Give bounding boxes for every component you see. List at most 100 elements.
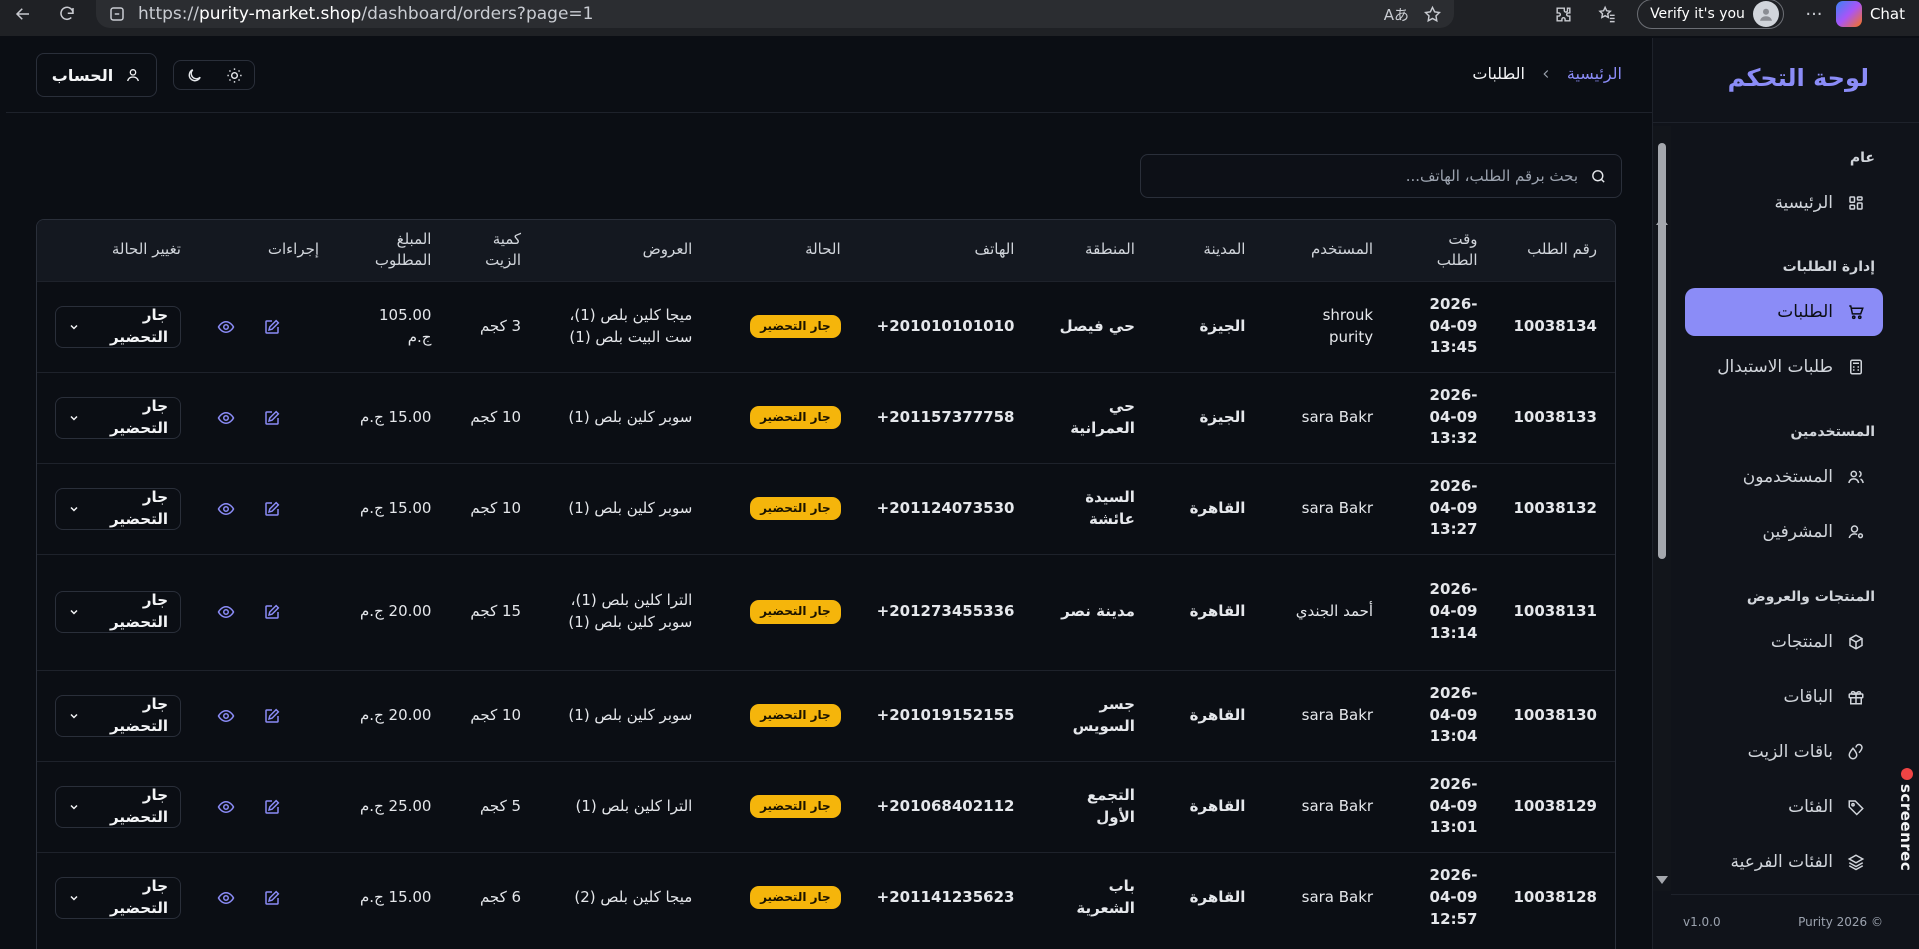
screenrec-label: screenrec — [1897, 784, 1915, 872]
sidebar-item-home[interactable]: الرئيسية — [1685, 179, 1883, 227]
box-icon — [1849, 634, 1863, 650]
header-oil-qty: كمية الزيت — [485, 229, 522, 270]
breadcrumb-home-link[interactable]: الرئيسية — [1567, 64, 1622, 83]
copilot-chat-button[interactable]: Chat — [1835, 1, 1919, 27]
cell-change-status: جار التحضير — [37, 553, 199, 670]
view-eye-icon[interactable] — [217, 707, 235, 725]
status-badge: جار التحضير — [750, 496, 841, 521]
edit-icon[interactable] — [263, 798, 281, 816]
status-badge: جار التحضير — [750, 600, 841, 624]
sidebar-item-supervisors[interactable]: المشرفين — [1685, 508, 1883, 556]
sidebar-item-label: الطلبات — [1777, 302, 1833, 322]
cell-order-hour: 13:04 — [1429, 727, 1478, 746]
browser-actions: Verify it's you ··· Chat — [1541, 0, 1919, 29]
cell-order-date: 2026-04-09 — [1429, 476, 1478, 517]
status-select[interactable]: جار التحضير — [55, 694, 181, 737]
edit-icon[interactable] — [263, 409, 281, 427]
cell-user: أحمد الجندي — [1263, 553, 1392, 670]
scroll-down-arrow-icon[interactable] — [1656, 876, 1668, 884]
cell-area: السيدة عائشة — [1032, 462, 1153, 554]
cell-status: جار التحضير — [710, 669, 859, 761]
url-prefix: https:// — [138, 4, 199, 24]
status-select[interactable]: جار التحضير — [55, 305, 181, 348]
breadcrumb-current: الطلبات — [1472, 64, 1525, 83]
view-eye-icon[interactable] — [217, 603, 235, 621]
view-eye-icon[interactable] — [217, 500, 235, 518]
status-select[interactable]: جار التحضير — [55, 487, 181, 530]
phone-number: +201068402112 — [876, 796, 1015, 815]
theme-toggle[interactable] — [173, 60, 255, 90]
chat-label: Chat — [1869, 5, 1905, 23]
edit-icon[interactable] — [263, 500, 281, 518]
cell-status: جار التحضير — [710, 553, 859, 670]
cell-actions — [199, 462, 338, 554]
edit-icon[interactable] — [263, 707, 281, 725]
layers-icon — [1847, 854, 1865, 871]
cell-city: القاهرة — [1152, 462, 1264, 554]
edit-icon[interactable] — [263, 603, 281, 621]
cell-phone: +201019152155 — [858, 669, 1033, 761]
translate-icon[interactable]: Aあ — [1384, 4, 1409, 25]
sidebar-item-label: الرئيسية — [1774, 193, 1833, 213]
extensions-icon[interactable] — [1541, 0, 1585, 28]
verify-profile-button[interactable]: Verify it's you — [1637, 0, 1784, 29]
chevron-down-icon — [70, 804, 78, 810]
sidebar: لوحة التحكم عام الرئيسية إدارة الطلبات ا… — [1652, 38, 1919, 949]
account-button[interactable]: الحساب — [36, 53, 157, 97]
cell-actions — [199, 669, 338, 761]
view-eye-icon[interactable] — [217, 798, 235, 816]
cell-phone: +201141235623 — [858, 851, 1033, 943]
cell-order-date: 2026-04-09 — [1429, 385, 1478, 426]
cell-actions — [199, 760, 338, 852]
sun-icon[interactable] — [226, 67, 243, 84]
main-content: الرئيسية الطلبات الحساب رقم الطلب — [6, 38, 1652, 949]
sidebar-item-label: باقات الزيت — [1747, 742, 1833, 762]
table-header-row: رقم الطلب وقت الطلب المستخدم المدينة الم… — [37, 220, 1615, 281]
view-eye-icon[interactable] — [217, 318, 235, 336]
cell-change-status: جار التحضير — [37, 462, 199, 554]
cell-order-time: 2026-04-09 13:14 — [1391, 553, 1496, 670]
cell-oil-qty: 10 كجم — [449, 669, 540, 761]
status-select[interactable]: جار التحضير — [55, 396, 181, 439]
status-select[interactable]: جار التحضير — [55, 591, 181, 633]
sidebar-item-users[interactable]: المستخدمون — [1685, 453, 1883, 501]
cell-order-time: 2026-04-09 13:32 — [1391, 371, 1496, 463]
cell-order-date: 2026-04-09 — [1429, 774, 1478, 815]
sidebar-item-oil-packages[interactable]: باقات الزيت — [1685, 728, 1883, 776]
sidebar-item-categories[interactable]: الفئات — [1685, 783, 1883, 831]
back-icon[interactable] — [8, 0, 38, 28]
view-eye-icon[interactable] — [217, 409, 235, 427]
header-actions: إجراءات — [267, 240, 320, 259]
cell-offers: ميجا كلين بلص (2) — [539, 851, 711, 943]
cell-area: باب الشعرية — [1032, 851, 1153, 943]
reload-icon[interactable] — [52, 0, 82, 28]
edit-icon[interactable] — [263, 318, 281, 336]
favorites-icon[interactable] — [1585, 0, 1629, 28]
sidebar-item-products[interactable]: المنتجات — [1685, 618, 1883, 666]
favorite-star-icon[interactable] — [1423, 5, 1442, 24]
header-offers: العروض — [642, 240, 693, 259]
sidebar-item-exchange[interactable]: طلبات الاستبدال — [1685, 343, 1883, 391]
sidebar-divider — [1653, 122, 1919, 123]
site-info-icon[interactable] — [108, 5, 126, 23]
address-bar[interactable]: https://purity-market.shop/dashboard/ord… — [96, 0, 1454, 28]
status-select[interactable]: جار التحضير — [55, 785, 181, 828]
sidebar-item-orders[interactable]: الطلبات — [1685, 288, 1883, 336]
cell-user: sara Bakr — [1263, 462, 1392, 554]
breadcrumb: الرئيسية الطلبات — [1472, 64, 1622, 83]
view-eye-icon[interactable] — [217, 889, 235, 907]
sidebar-item-subcategories[interactable]: الفئات الفرعية — [1685, 838, 1883, 886]
search-input[interactable] — [1141, 167, 1578, 185]
sidebar-scrollbar[interactable] — [1653, 126, 1671, 891]
dashboard-app: الرئيسية الطلبات الحساب رقم الطلب — [6, 38, 1919, 949]
edit-icon[interactable] — [263, 889, 281, 907]
moon-icon[interactable] — [186, 67, 203, 84]
status-select[interactable]: جار التحضير — [55, 876, 181, 919]
cell-phone: +201273455336 — [858, 553, 1033, 670]
scrollbar-thumb[interactable] — [1658, 143, 1666, 559]
more-options-icon[interactable]: ··· — [1792, 0, 1836, 28]
screenrec-tab[interactable]: screenrec — [1895, 768, 1919, 878]
table-row: 10038128 2026-04-09 12:57 sara Bakr القاهرة ب… — [37, 851, 1615, 943]
cell-change-status: جار التحضير — [37, 760, 199, 852]
sidebar-item-packages[interactable]: الباقات — [1685, 673, 1883, 721]
